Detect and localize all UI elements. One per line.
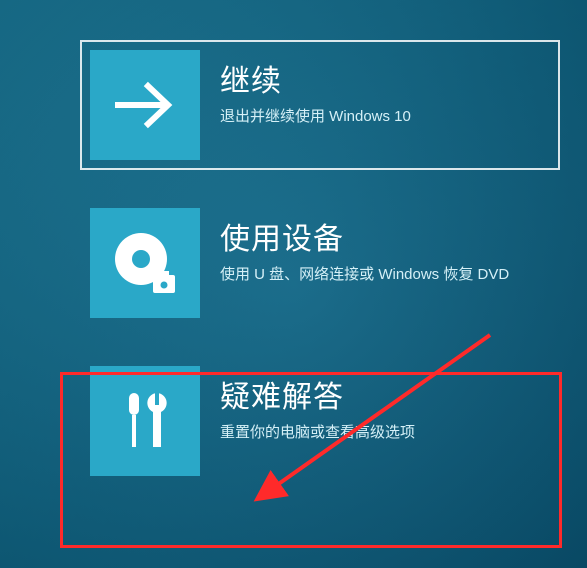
arrow-right-icon [110,70,180,140]
option-use-device-title: 使用设备 [220,214,509,258]
boot-options-list: 继续 退出并继续使用 Windows 10 使用设备 使用 U 盘 [80,40,560,514]
option-use-device-text: 使用设备 使用 U 盘、网络连接或 Windows 恢复 DVD [220,208,509,285]
option-continue-desc: 退出并继续使用 Windows 10 [220,106,411,127]
option-troubleshoot-title: 疑难解答 [220,372,415,416]
disc-device-icon [105,223,185,303]
option-troubleshoot[interactable]: 疑难解答 重置你的电脑或查看高级选项 [80,356,560,486]
option-use-device-desc: 使用 U 盘、网络连接或 Windows 恢复 DVD [220,264,509,285]
option-continue-text: 继续 退出并继续使用 Windows 10 [220,50,411,127]
option-continue[interactable]: 继续 退出并继续使用 Windows 10 [80,40,560,170]
option-troubleshoot-desc: 重置你的电脑或查看高级选项 [220,422,415,443]
tools-icon [109,385,181,457]
option-troubleshoot-tile [90,366,200,476]
option-continue-title: 继续 [220,56,411,100]
option-troubleshoot-text: 疑难解答 重置你的电脑或查看高级选项 [220,366,415,443]
option-use-device-tile [90,208,200,318]
option-use-device[interactable]: 使用设备 使用 U 盘、网络连接或 Windows 恢复 DVD [80,198,560,328]
option-continue-tile [90,50,200,160]
